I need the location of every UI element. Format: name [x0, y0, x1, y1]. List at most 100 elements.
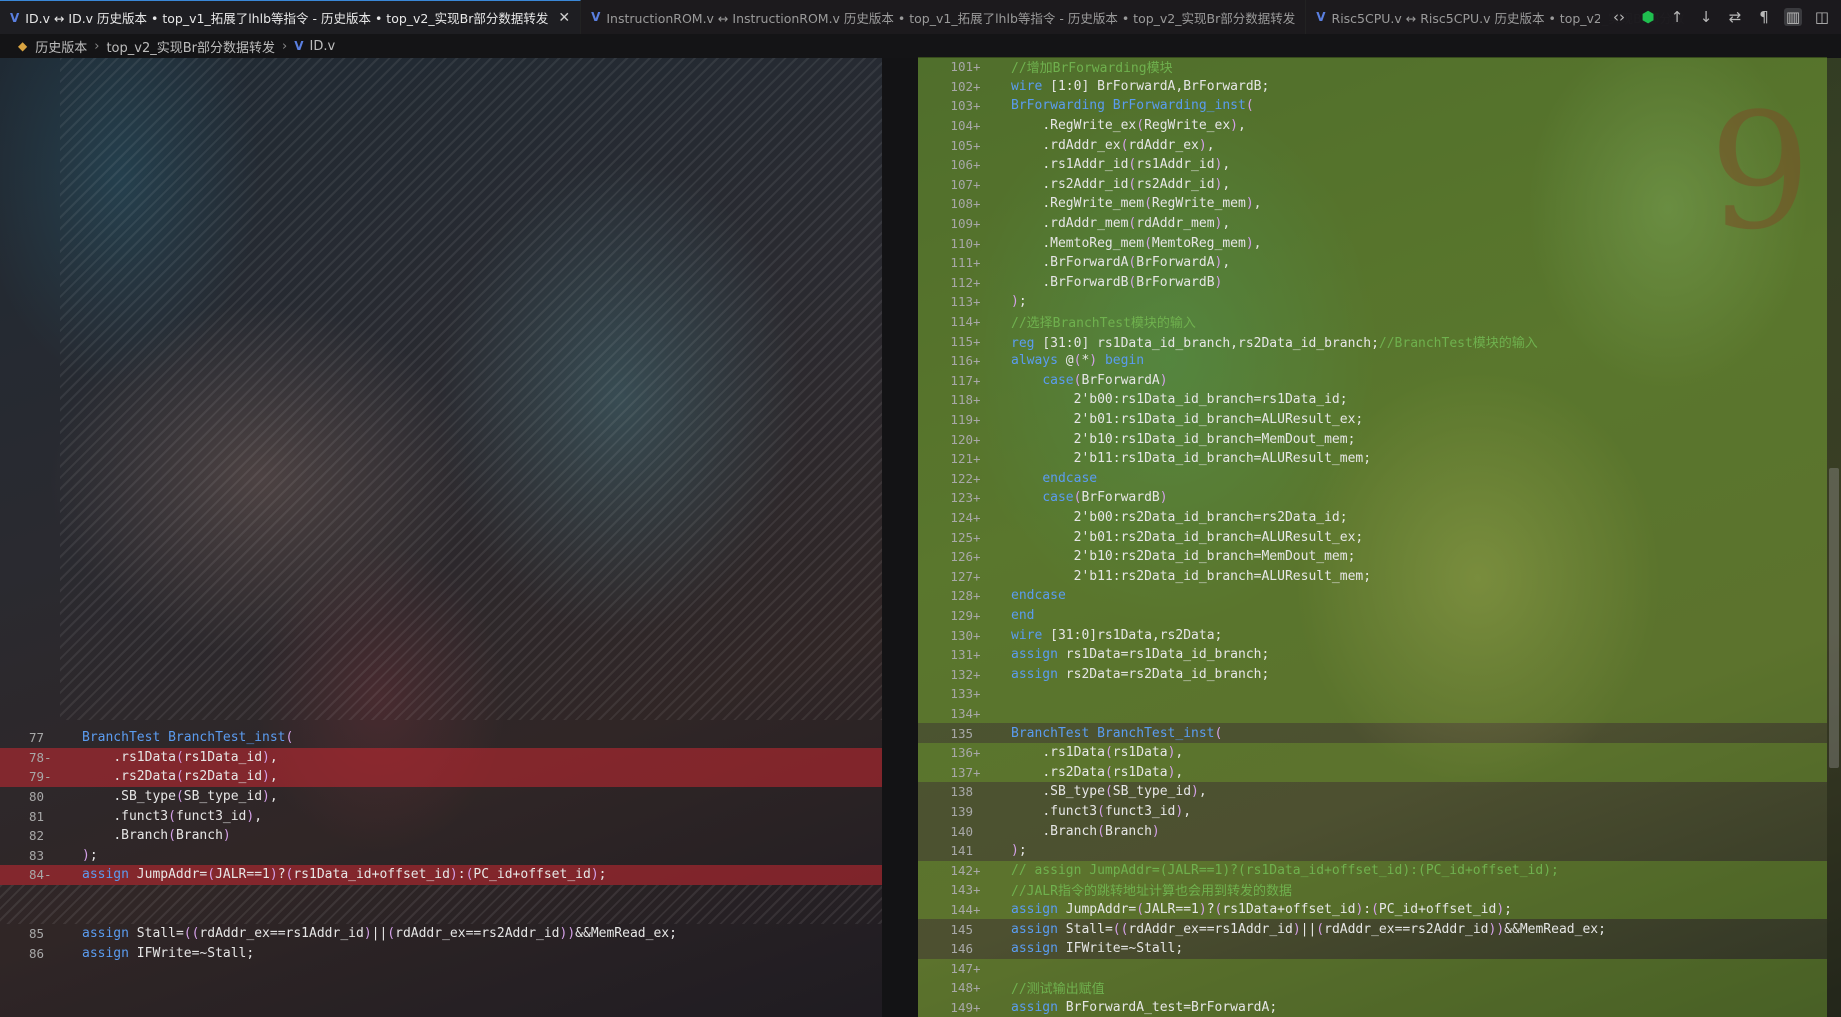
code-text[interactable]: 2'b00:rs1Data_id_branch=rs1Data_id;	[1011, 392, 1348, 407]
code-text[interactable]: 2'b01:rs2Data_id_branch=ALUResult_ex;	[1011, 530, 1364, 545]
swap-icon[interactable]: ⇄	[1726, 8, 1744, 26]
code-text[interactable]: endcase	[1011, 471, 1097, 486]
code-text[interactable]: assign IFWrite=~Stall;	[1011, 941, 1183, 956]
tab-id-diff[interactable]: V ID.v ↔ ID.v 历史版本 • top_v1_拓展了lhlb等指令 -…	[0, 0, 582, 34]
close-icon[interactable]: ✕	[558, 10, 570, 26]
code-line: 140 .Branch(Branch)	[918, 821, 1827, 841]
arrow-up-icon[interactable]: ↑	[1668, 8, 1686, 26]
code-text[interactable]: assign rs1Data=rs1Data_id_branch;	[1011, 647, 1269, 662]
line-number: 114	[950, 314, 973, 330]
diff-filler	[0, 884, 882, 924]
code-line: 122 + endcase	[918, 468, 1827, 489]
code-text[interactable]: endcase	[1011, 588, 1066, 603]
code-text[interactable]: 2'b00:rs2Data_id_branch=rs2Data_id;	[1011, 510, 1348, 525]
code-text[interactable]: wire [31:0]rs1Data,rs2Data;	[1011, 628, 1222, 643]
line-number: 86	[28, 945, 44, 961]
code-line: 114 + //选择BranchTest模块的输入	[918, 311, 1827, 332]
code-text[interactable]: .rdAddr_ex(rdAddr_ex),	[1011, 138, 1214, 153]
code-text[interactable]: .rs2Data(rs2Data_id),	[82, 769, 277, 784]
code-text[interactable]: .Branch(Branch)	[82, 828, 230, 843]
code-text[interactable]: .rs1Addr_id(rs1Addr_id),	[1011, 157, 1230, 172]
code-text[interactable]: .MemtoReg_mem(MemtoReg_mem),	[1011, 236, 1261, 251]
breadcrumb-item[interactable]: ID.v	[309, 39, 335, 54]
code-text[interactable]: .SB_type(SB_type_id),	[82, 789, 277, 804]
code-text[interactable]: .rs1Data(rs1Data),	[1011, 745, 1183, 760]
line-number: 121	[950, 451, 973, 467]
tab-instructionrom-diff[interactable]: V InstructionROM.v ↔ InstructionROM.v 历史…	[581, 0, 1307, 34]
code-text[interactable]: .rs2Data(rs1Data),	[1011, 765, 1183, 780]
code-text[interactable]: .BrForwardB(BrForwardB)	[1011, 275, 1222, 290]
code-text[interactable]: );	[1011, 294, 1027, 309]
pilcrow-icon[interactable]: ¶	[1755, 8, 1773, 26]
code-line: 107 + .rs2Addr_id(rs2Addr_id),	[918, 174, 1827, 195]
code-text[interactable]: case(BrForwardB)	[1011, 490, 1167, 505]
layout-icon[interactable]: ◫	[1813, 8, 1831, 26]
code-text[interactable]: case(BrForwardA)	[1011, 373, 1167, 388]
insert-marker: +	[973, 647, 981, 663]
status-icon[interactable]: ⬢	[1639, 8, 1657, 26]
code-text[interactable]: always @(*) begin	[1011, 353, 1144, 368]
code-text[interactable]: assign JumpAddr=(JALR==1)?(rs1Data+offse…	[1011, 902, 1512, 917]
insert-marker: +	[973, 98, 981, 114]
code-line: 116 + always @(*) begin	[918, 351, 1827, 371]
code-text[interactable]: .rdAddr_mem(rdAddr_mem),	[1011, 216, 1230, 231]
code-text[interactable]: .rs2Addr_id(rs2Addr_id),	[1011, 177, 1230, 192]
code-text[interactable]: BrForwarding BrForwarding_inst(	[1011, 98, 1254, 113]
code-text[interactable]: assign rs2Data=rs2Data_id_branch;	[1011, 667, 1269, 682]
code-text[interactable]: assign IFWrite=~Stall;	[82, 946, 254, 961]
code-line: 130 + wire [31:0]rs1Data,rs2Data;	[918, 625, 1827, 645]
insert-marker: +	[973, 59, 981, 75]
code-text[interactable]: BranchTest BranchTest_inst(	[82, 730, 293, 745]
code-text[interactable]: assign Stall=((rdAddr_ex==rs1Addr_id)||(…	[82, 926, 677, 941]
insert-marker: +	[973, 608, 981, 624]
line-number: 141	[950, 843, 973, 859]
line-number: 124	[950, 510, 973, 526]
code-text[interactable]: assign JumpAddr=(JALR==1)?(rs1Data_id+of…	[82, 867, 606, 882]
code-text[interactable]: wire [1:0] BrForwardA,BrForwardB;	[1011, 79, 1269, 94]
code-text[interactable]: );	[82, 848, 98, 863]
insert-marker: +	[973, 255, 981, 271]
code-text[interactable]: .rs1Data(rs1Data_id),	[82, 750, 277, 765]
code-text[interactable]: );	[1011, 843, 1027, 858]
arrow-down-icon[interactable]: ↓	[1697, 8, 1715, 26]
scrollbar-thumb[interactable]	[1829, 468, 1839, 768]
line-number: 147	[950, 960, 973, 976]
code-line: 134 +	[918, 703, 1827, 724]
breadcrumb-item[interactable]: top_v2_实现Br部分数据转发	[106, 37, 275, 56]
code-text[interactable]: 2'b11:rs2Data_id_branch=ALUResult_mem;	[1011, 569, 1371, 584]
line-number: 145	[950, 921, 973, 937]
code-text[interactable]: assign BrForwardA_test=BrForwardA;	[1011, 1000, 1277, 1015]
code-text[interactable]: // assign JumpAddr=(JALR==1)?(rs1Data_id…	[1011, 863, 1559, 878]
breadcrumb-item[interactable]: 历史版本	[35, 37, 87, 56]
line-number: 138	[950, 784, 973, 800]
code-text[interactable]: 2'b10:rs2Data_id_branch=MemDout_mem;	[1011, 549, 1356, 564]
code-text[interactable]: .BrForwardA(BrForwardA),	[1011, 255, 1230, 270]
code-text[interactable]: //JALR指令的跳转地址计算也会用到转发的数据	[1011, 880, 1292, 899]
tab-label: ID.v ↔ ID.v 历史版本 • top_v1_拓展了lhlb等指令 - 历…	[25, 11, 549, 26]
code-line: 111 + .BrForwardA(BrForwardA),	[918, 253, 1827, 273]
insert-marker: +	[973, 196, 981, 212]
code-text[interactable]: reg [31:0] rs1Data_id_branch,rs2Data_id_…	[1011, 332, 1538, 351]
scrollbar[interactable]	[1827, 58, 1841, 1017]
code-text[interactable]: .funct3(funct3_id),	[1011, 804, 1191, 819]
code-text[interactable]: 2'b01:rs1Data_id_branch=ALUResult_ex;	[1011, 412, 1364, 427]
code-text[interactable]: .RegWrite_mem(RegWrite_mem),	[1011, 196, 1261, 211]
code-text[interactable]: 2'b10:rs1Data_id_branch=MemDout_mem;	[1011, 432, 1356, 447]
compare-icon[interactable]: ‹›	[1610, 8, 1628, 26]
code-line: 128 + endcase	[918, 586, 1827, 606]
code-text[interactable]: .SB_type(SB_type_id),	[1011, 784, 1206, 799]
map-icon[interactable]: ▥	[1784, 8, 1802, 26]
line-number: 123	[950, 490, 973, 506]
insert-marker: +	[973, 745, 981, 761]
code-text[interactable]: //选择BranchTest模块的输入	[1011, 312, 1196, 331]
code-text[interactable]: 2'b11:rs1Data_id_branch=ALUResult_mem;	[1011, 451, 1371, 466]
code-text[interactable]: .RegWrite_ex(RegWrite_ex),	[1011, 118, 1246, 133]
code-text[interactable]: end	[1011, 608, 1034, 623]
code-text[interactable]: BranchTest BranchTest_inst(	[1011, 726, 1222, 741]
code-text[interactable]: .Branch(Branch)	[1011, 824, 1159, 839]
chevron-right-icon: ›	[94, 38, 100, 54]
code-text[interactable]: assign Stall=((rdAddr_ex==rs1Addr_id)||(…	[1011, 922, 1606, 937]
code-text[interactable]: //增加BrForwarding模块	[1011, 57, 1173, 76]
code-text[interactable]: .funct3(funct3_id),	[82, 809, 262, 824]
code-text[interactable]: //测试输出赋值	[1011, 978, 1105, 997]
